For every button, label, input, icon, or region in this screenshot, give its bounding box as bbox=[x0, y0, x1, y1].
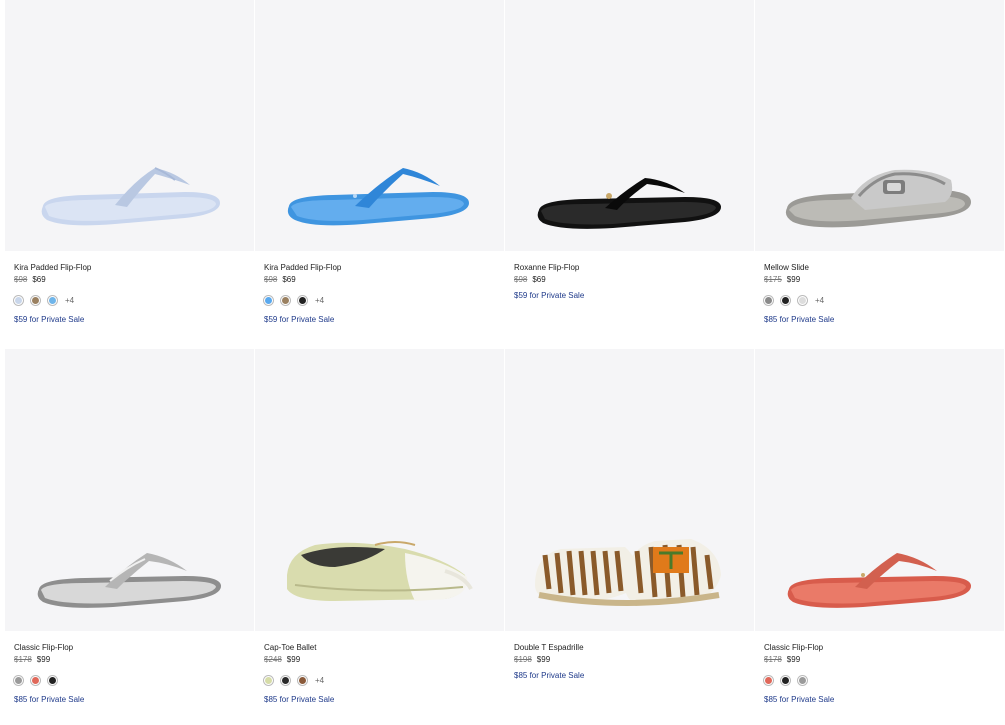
color-swatch[interactable] bbox=[798, 295, 807, 305]
ballet-flat-image bbox=[287, 541, 473, 601]
product-name[interactable]: Mellow Slide bbox=[764, 263, 995, 273]
product-image[interactable] bbox=[5, 349, 254, 631]
more-colors-link[interactable]: +4 bbox=[65, 296, 74, 305]
color-swatch[interactable] bbox=[14, 675, 23, 685]
original-price: $198 bbox=[514, 655, 532, 664]
color-swatch[interactable] bbox=[298, 295, 307, 305]
product-name[interactable]: Classic Flip-Flop bbox=[764, 643, 995, 653]
product-card[interactable]: Mellow Slide $175 $99 +4 $85 for Private … bbox=[755, 0, 1004, 325]
color-swatches: +4 bbox=[264, 675, 495, 685]
original-price: $98 bbox=[514, 275, 528, 284]
color-swatch[interactable] bbox=[298, 675, 307, 685]
more-colors-link[interactable]: +4 bbox=[315, 296, 324, 305]
color-swatch[interactable] bbox=[48, 675, 57, 685]
color-swatch[interactable] bbox=[781, 295, 790, 305]
private-sale-price: $85 for Private Sale bbox=[14, 695, 85, 704]
original-price: $98 bbox=[14, 275, 28, 284]
sale-price: $99 bbox=[36, 655, 51, 664]
private-sale-price: $59 for Private Sale bbox=[514, 291, 585, 300]
product-image[interactable] bbox=[5, 0, 254, 251]
color-swatch[interactable] bbox=[764, 295, 773, 305]
color-swatches bbox=[14, 675, 245, 685]
color-swatch[interactable] bbox=[781, 675, 790, 685]
sale-price: $99 bbox=[286, 655, 301, 664]
sale-price: $69 bbox=[282, 275, 296, 284]
product-image[interactable] bbox=[755, 349, 1004, 631]
product-card[interactable]: Double T Espadrille $198 $99 $85 for Priv… bbox=[505, 349, 754, 681]
sale-price: $99 bbox=[786, 275, 801, 284]
color-swatch[interactable] bbox=[281, 295, 290, 305]
original-price: $178 bbox=[764, 655, 782, 664]
sale-price: $69 bbox=[32, 275, 46, 284]
private-sale-price: $85 for Private Sale bbox=[764, 695, 835, 704]
private-sale-price: $59 for Private Sale bbox=[14, 315, 85, 324]
sale-price: $69 bbox=[532, 275, 546, 284]
black-flip-flop-image bbox=[537, 178, 721, 229]
product-card[interactable]: Kira Padded Flip-Flop $98 $69 +4 $59 for … bbox=[255, 0, 504, 325]
product-image[interactable] bbox=[255, 349, 504, 631]
product-name[interactable]: Double T Espadrille bbox=[514, 643, 745, 653]
product-name[interactable]: Cap-Toe Ballet bbox=[264, 643, 495, 653]
silver-slide-image bbox=[785, 169, 971, 228]
color-swatch[interactable] bbox=[764, 675, 773, 685]
color-swatch[interactable] bbox=[798, 675, 807, 685]
private-sale-price: $85 for Private Sale bbox=[264, 695, 335, 704]
color-swatches bbox=[764, 675, 995, 685]
coral-flip-flop-image bbox=[787, 553, 971, 608]
sale-price: $99 bbox=[786, 655, 801, 664]
product-name[interactable]: Classic Flip-Flop bbox=[14, 643, 245, 653]
color-swatch[interactable] bbox=[281, 675, 290, 685]
sale-price: $99 bbox=[536, 655, 551, 664]
color-swatches: +4 bbox=[14, 295, 245, 305]
color-swatch[interactable] bbox=[31, 675, 40, 685]
original-price: $98 bbox=[264, 275, 278, 284]
more-colors-link[interactable]: +4 bbox=[815, 296, 824, 305]
private-sale-price: $59 for Private Sale bbox=[264, 315, 335, 324]
color-swatches: +4 bbox=[764, 295, 995, 305]
product-card[interactable]: Classic Flip-Flop $178 $99 $85 for Privat… bbox=[5, 349, 254, 705]
product-card[interactable]: Classic Flip-Flop $178 $99 $85 for Privat… bbox=[755, 349, 1004, 705]
original-price: $248 bbox=[264, 655, 282, 664]
product-name[interactable]: Kira Padded Flip-Flop bbox=[264, 263, 495, 273]
silver-flip-flop-image bbox=[37, 553, 221, 608]
product-image[interactable] bbox=[755, 0, 1004, 251]
product-card[interactable]: Roxanne Flip-Flop $98 $69 $59 for Private… bbox=[505, 0, 754, 301]
product-card[interactable]: Kira Padded Flip-Flop $98 $69 +4 $59 for … bbox=[5, 0, 254, 325]
product-image[interactable] bbox=[505, 0, 754, 251]
product-card[interactable]: Cap-Toe Ballet $248 $99 +4 $85 for Privat… bbox=[255, 349, 504, 705]
white-flip-flop-image bbox=[41, 167, 220, 226]
espadrille-image bbox=[535, 539, 721, 606]
blue-flip-flop-image bbox=[287, 168, 469, 226]
color-swatch[interactable] bbox=[31, 295, 40, 305]
product-image[interactable] bbox=[505, 349, 754, 631]
private-sale-price: $85 for Private Sale bbox=[514, 671, 585, 680]
color-swatch[interactable] bbox=[264, 295, 273, 305]
original-price: $175 bbox=[764, 275, 782, 284]
product-name[interactable]: Roxanne Flip-Flop bbox=[514, 263, 745, 273]
original-price: $178 bbox=[14, 655, 32, 664]
color-swatch[interactable] bbox=[48, 295, 57, 305]
more-colors-link[interactable]: +4 bbox=[315, 676, 324, 685]
product-name[interactable]: Kira Padded Flip-Flop bbox=[14, 263, 245, 273]
private-sale-price: $85 for Private Sale bbox=[764, 315, 835, 324]
color-swatch[interactable] bbox=[14, 295, 23, 305]
product-image[interactable] bbox=[255, 0, 504, 251]
color-swatch[interactable] bbox=[264, 675, 273, 685]
color-swatches: +4 bbox=[264, 295, 495, 305]
